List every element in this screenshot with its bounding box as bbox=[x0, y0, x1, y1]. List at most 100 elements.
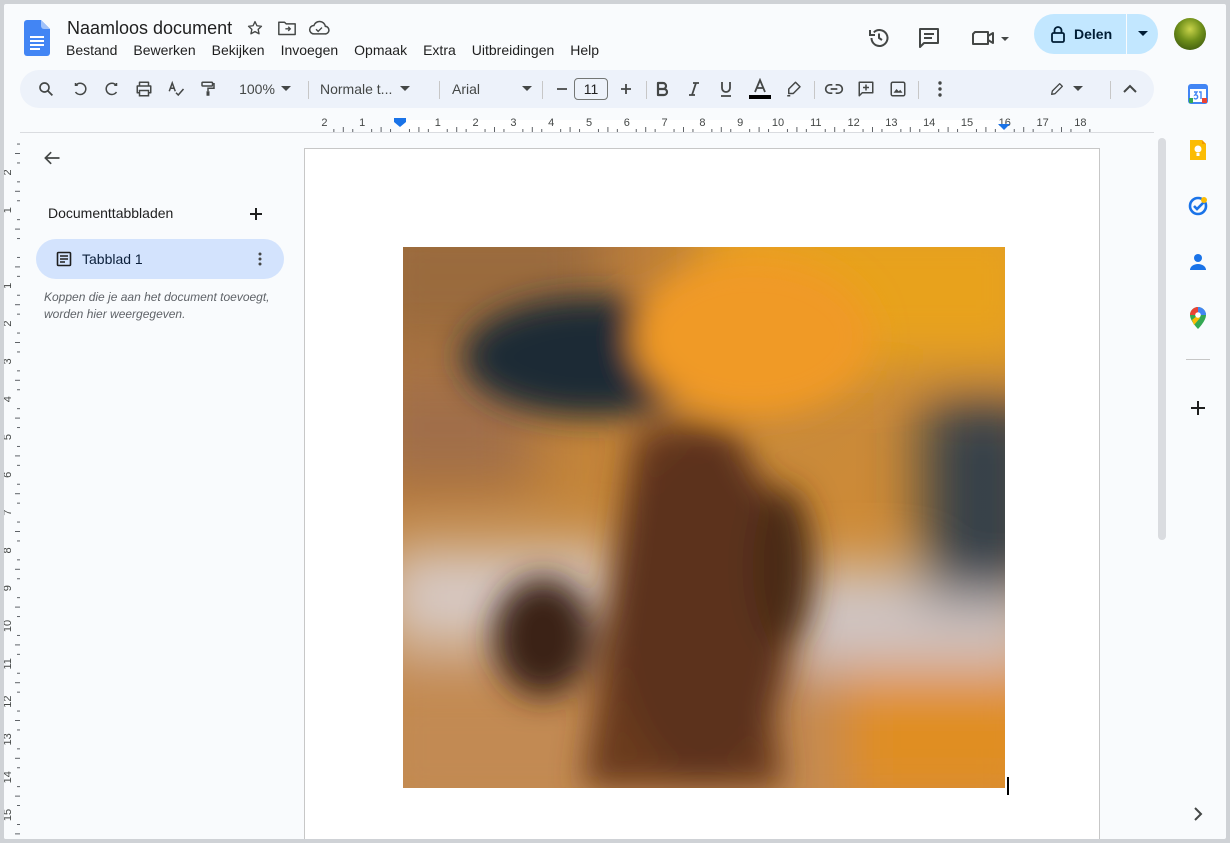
ruler-label: 13 bbox=[4, 733, 14, 745]
ruler-label: 15 bbox=[4, 809, 14, 821]
cloud-saved-icon[interactable] bbox=[308, 17, 330, 39]
redo-icon[interactable] bbox=[98, 70, 126, 108]
ruler-label: 8 bbox=[699, 117, 705, 129]
toolbar-divider bbox=[814, 81, 815, 99]
ruler-label: 11 bbox=[4, 658, 14, 669]
menu-insert[interactable]: Invoegen bbox=[273, 42, 347, 58]
star-icon[interactable] bbox=[244, 17, 266, 39]
font-size-input[interactable]: 11 bbox=[574, 78, 608, 100]
share-label: Delen bbox=[1074, 26, 1113, 42]
side-panel bbox=[1170, 70, 1226, 839]
ruler-label: 10 bbox=[4, 620, 14, 632]
share-button-group: Delen bbox=[1034, 14, 1158, 54]
ruler-label: 1 bbox=[4, 283, 14, 289]
ruler-label: 7 bbox=[4, 510, 14, 516]
ruler-label: 6 bbox=[624, 117, 630, 129]
ruler-label: 11 bbox=[810, 117, 821, 129]
menu-bar: Bestand Bewerken Bekijken Invoegen Opmaa… bbox=[58, 40, 607, 60]
ruler-label: 9 bbox=[4, 585, 14, 591]
insert-image-icon[interactable] bbox=[884, 70, 912, 108]
pencil-icon bbox=[1049, 81, 1065, 97]
ruler-label: 17 bbox=[1036, 117, 1048, 129]
calendar-icon[interactable] bbox=[1186, 82, 1210, 106]
docs-logo-icon[interactable] bbox=[24, 20, 50, 56]
add-icon[interactable] bbox=[1186, 396, 1210, 420]
text-cursor bbox=[1007, 777, 1009, 795]
ruler-label: 2 bbox=[4, 169, 14, 175]
editing-mode-select[interactable] bbox=[1042, 70, 1090, 108]
undo-icon[interactable] bbox=[66, 70, 94, 108]
expand-icon[interactable] bbox=[1186, 802, 1210, 826]
toolbar-divider bbox=[918, 81, 919, 99]
menu-view[interactable]: Bekijken bbox=[204, 42, 273, 58]
sidebar-tab-item[interactable]: Tabblad 1 bbox=[36, 239, 284, 279]
contacts-icon[interactable] bbox=[1186, 250, 1210, 274]
tasks-icon[interactable] bbox=[1186, 194, 1210, 218]
underline-icon[interactable] bbox=[712, 70, 740, 108]
keep-icon[interactable] bbox=[1186, 138, 1210, 162]
paint-format-icon[interactable] bbox=[194, 70, 222, 108]
meet-button[interactable] bbox=[966, 21, 1012, 55]
inserted-image[interactable] bbox=[403, 247, 1005, 788]
history-icon[interactable] bbox=[862, 21, 896, 55]
ruler-label: 2 bbox=[4, 321, 14, 327]
paragraph-style-value: Normale t... bbox=[320, 81, 393, 97]
zoom-value: 100% bbox=[239, 81, 275, 97]
add-comment-icon[interactable] bbox=[852, 70, 880, 108]
ruler-label: 1 bbox=[4, 207, 14, 213]
docs-window: Naamloos document Bestand Bewerken Bekij… bbox=[4, 4, 1226, 839]
toolbar-divider bbox=[1110, 81, 1111, 99]
add-tab-icon[interactable] bbox=[246, 204, 266, 224]
highlight-color-icon[interactable] bbox=[780, 70, 808, 108]
share-options-button[interactable] bbox=[1127, 14, 1158, 54]
search-menus-icon[interactable] bbox=[32, 70, 60, 108]
ruler-label: 8 bbox=[4, 547, 14, 553]
tab-options-icon[interactable] bbox=[250, 249, 270, 269]
hide-menus-icon[interactable] bbox=[1116, 70, 1144, 108]
caret-down-icon bbox=[1073, 86, 1083, 92]
menu-help[interactable]: Help bbox=[562, 42, 607, 58]
move-to-folder-icon[interactable] bbox=[276, 17, 298, 39]
menu-format[interactable]: Opmaak bbox=[346, 42, 415, 58]
menu-tools[interactable]: Extra bbox=[415, 42, 464, 58]
vertical-ruler[interactable]: 21123456789101112131415 bbox=[4, 132, 20, 839]
back-arrow-icon[interactable] bbox=[42, 148, 66, 172]
bold-icon[interactable] bbox=[648, 70, 676, 108]
ruler-label: 12 bbox=[847, 117, 859, 129]
outline-empty-note: Koppen die je aan het document toevoegt,… bbox=[44, 290, 270, 321]
ruler-label: 1 bbox=[435, 117, 441, 129]
toolbar-divider bbox=[646, 81, 647, 99]
ruler-label: 7 bbox=[662, 117, 668, 129]
toolbar-divider bbox=[542, 81, 543, 99]
document-page[interactable] bbox=[304, 148, 1100, 839]
maps-icon[interactable] bbox=[1186, 306, 1210, 330]
document-tabs-heading: Documenttabbladen bbox=[48, 205, 174, 221]
account-avatar[interactable] bbox=[1174, 18, 1206, 50]
meet-icon bbox=[969, 27, 1009, 49]
menu-file[interactable]: Bestand bbox=[58, 42, 125, 58]
font-family-select[interactable]: Arial bbox=[452, 70, 532, 108]
toolbar: 100% Normale t... Arial 11 bbox=[20, 70, 1154, 108]
share-button[interactable]: Delen bbox=[1034, 14, 1126, 54]
increase-font-size-icon[interactable] bbox=[612, 70, 640, 108]
paragraph-style-select[interactable]: Normale t... bbox=[320, 70, 428, 108]
ruler-label: 14 bbox=[923, 117, 935, 129]
document-title[interactable]: Naamloos document bbox=[65, 18, 234, 39]
menu-edit[interactable]: Bewerken bbox=[125, 42, 203, 58]
horizontal-ruler[interactable]: 2 1 1 2 3 4 5 6 7 8 9 10 11 12 13 14 15 16 17 18 bbox=[304, 116, 1100, 132]
spellcheck-icon[interactable] bbox=[162, 70, 190, 108]
more-options-icon[interactable] bbox=[926, 70, 954, 108]
insert-link-icon[interactable] bbox=[820, 70, 848, 108]
menu-extensions[interactable]: Uitbreidingen bbox=[464, 42, 563, 58]
decrease-font-size-icon[interactable] bbox=[548, 70, 576, 108]
italic-icon[interactable] bbox=[680, 70, 708, 108]
comments-icon[interactable] bbox=[912, 21, 946, 55]
print-icon[interactable] bbox=[130, 70, 158, 108]
zoom-select[interactable]: 100% bbox=[232, 70, 298, 108]
lock-icon bbox=[1050, 25, 1066, 43]
ruler-label: 6 bbox=[4, 472, 14, 478]
text-color-icon[interactable] bbox=[746, 70, 774, 108]
ruler-label: 10 bbox=[772, 117, 784, 129]
caret-down-icon bbox=[522, 86, 532, 92]
vertical-scrollbar[interactable] bbox=[1158, 138, 1166, 540]
